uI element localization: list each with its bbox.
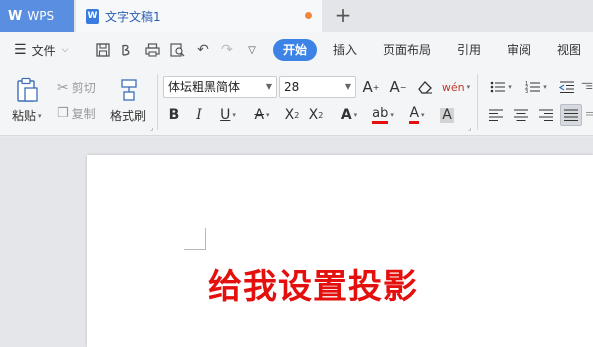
font-size-value: 28: [284, 80, 300, 94]
align-left-icon[interactable]: [486, 104, 506, 126]
export-pdf-icon[interactable]: [118, 41, 136, 59]
document-page[interactable]: 给我设置投影: [87, 155, 593, 347]
format-painter-label: 格式刷: [110, 109, 147, 123]
undo-icon[interactable]: ↶: [194, 41, 212, 59]
document-tab-label: 文字文稿1: [105, 9, 161, 24]
numbered-list-icon[interactable]: 1 2 3 ▾: [521, 76, 551, 98]
chevron-down-icon: ⌵: [61, 45, 69, 55]
text-effect-icon[interactable]: A ▾: [335, 104, 363, 126]
print-preview-icon[interactable]: [168, 41, 186, 59]
tab-home[interactable]: 开始: [273, 39, 318, 61]
ribbon-separator: [157, 74, 158, 130]
document-tab[interactable]: W 文字文稿1: [76, 0, 322, 32]
pinyin-guide-icon[interactable]: wén ▾: [442, 76, 470, 98]
title-bar: W WPS W 文字文稿1 +: [0, 0, 593, 32]
strikethrough-icon[interactable]: A ▾: [248, 104, 276, 126]
subscript-icon[interactable]: X2: [306, 104, 326, 126]
wps-logo-icon: W: [8, 8, 22, 24]
save-icon[interactable]: [94, 41, 112, 59]
font-color-icon[interactable]: A ▾: [403, 104, 431, 126]
tab-page-layout[interactable]: 页面布局: [383, 39, 431, 61]
font-group-launcher-icon[interactable]: ⌟: [468, 124, 471, 132]
bold-icon[interactable]: B: [165, 104, 183, 126]
char-shading-icon[interactable]: A: [437, 104, 457, 126]
clear-format-icon[interactable]: [414, 76, 436, 98]
distributed-align-icon[interactable]: [586, 104, 593, 126]
clipboard-group-launcher-icon[interactable]: ⌟: [150, 124, 153, 132]
cut-label: 剪切: [71, 81, 96, 95]
copy-icon: ❐: [57, 106, 69, 121]
highlight-icon[interactable]: ab ▾: [369, 104, 397, 126]
svg-text:3: 3: [525, 89, 528, 94]
scissors-icon: ✂: [57, 79, 69, 96]
paste-button[interactable]: 粘贴 ▾: [12, 107, 42, 124]
underline-icon[interactable]: U ▾: [214, 104, 242, 126]
unsaved-indicator-icon: [305, 12, 312, 19]
ribbon-separator: [477, 74, 478, 130]
document-text[interactable]: 给我设置投影: [208, 259, 418, 308]
justify-icon[interactable]: [560, 104, 582, 126]
hamburger-icon: ☰: [14, 42, 27, 58]
align-center-icon[interactable]: [511, 104, 531, 126]
file-menu-label: 文件: [31, 43, 56, 58]
font-size-select[interactable]: 28 ▼: [279, 76, 356, 98]
superscript-icon[interactable]: X2: [282, 104, 302, 126]
bullet-list-icon[interactable]: ▾: [486, 76, 516, 98]
shrink-font-icon[interactable]: A −: [387, 76, 409, 98]
grow-font-icon[interactable]: A +: [360, 76, 382, 98]
decrease-indent-icon[interactable]: [557, 76, 577, 98]
tab-references[interactable]: 引用: [457, 39, 481, 61]
format-painter-button[interactable]: 格式刷: [110, 107, 146, 124]
cut-button[interactable]: ✂ 剪切: [57, 79, 96, 96]
writer-doc-icon: W: [86, 8, 99, 24]
paste-label: 粘贴: [12, 109, 37, 123]
increase-indent-icon[interactable]: [581, 76, 593, 98]
tab-view[interactable]: 视图: [557, 39, 581, 61]
print-icon[interactable]: [143, 41, 161, 59]
copy-label: 复制: [71, 107, 96, 121]
margin-corner-mark: [184, 228, 206, 250]
paste-icon[interactable]: [12, 76, 42, 104]
document-canvas: 给我设置投影: [0, 137, 593, 347]
font-size-dropdown-icon: ▼: [344, 82, 351, 91]
format-painter-icon[interactable]: [116, 76, 142, 104]
font-name-dropdown-icon: ▼: [265, 82, 272, 91]
align-right-icon[interactable]: [536, 104, 556, 126]
new-tab-plus-icon[interactable]: +: [333, 3, 353, 27]
wps-tab-label: WPS: [27, 9, 55, 23]
tab-review[interactable]: 审阅: [507, 39, 531, 61]
copy-button[interactable]: ❐ 复制: [57, 105, 96, 122]
quick-access-dropdown-icon[interactable]: ▽: [243, 41, 261, 59]
redo-icon[interactable]: ↷: [218, 41, 236, 59]
menu-bar: ☰ 文件 ⌵ ↶ ↷ ▽ 开始 插入 页面布局 引用 审阅 视图: [0, 32, 593, 68]
italic-icon[interactable]: I: [190, 104, 208, 126]
paste-dropdown-icon: ▾: [38, 111, 42, 120]
tab-insert[interactable]: 插入: [333, 39, 357, 61]
font-name-value: 体坛粗黑简体: [168, 80, 241, 94]
file-menu-button[interactable]: ☰ 文件 ⌵: [14, 40, 68, 60]
font-name-select[interactable]: 体坛粗黑简体 ▼: [163, 76, 277, 98]
wps-home-tab[interactable]: W WPS: [0, 0, 74, 32]
ribbon-toolbar: 粘贴 ▾ ✂ 剪切 ❐ 复制 格式刷 ⌟ 体坛粗黑简体 ▼ 28 ▼ A + A −…: [0, 68, 593, 136]
